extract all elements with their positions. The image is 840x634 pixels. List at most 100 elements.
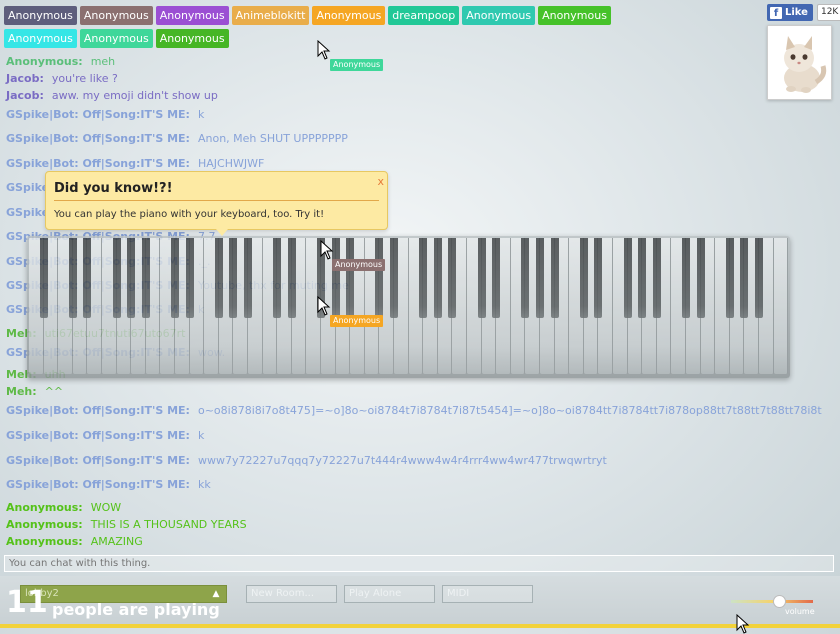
chat-message: Anonymous: AMAZING (6, 535, 143, 548)
chat-message: ǤSpike|Bot: Off|Song:IT'S ME: Anon, Meh S… (6, 132, 348, 145)
piano-keyboard[interactable] (27, 236, 790, 378)
black-key[interactable] (696, 238, 705, 318)
volume-slider-knob[interactable] (772, 595, 786, 608)
chat-message-text: meh (90, 55, 116, 68)
black-key[interactable] (83, 238, 92, 318)
chat-input[interactable] (4, 555, 834, 572)
black-key[interactable] (185, 238, 194, 318)
black-key[interactable] (433, 238, 442, 318)
black-key[interactable] (550, 238, 559, 318)
user-tag[interactable]: Anonymous (4, 6, 77, 25)
chat-message: ǤSpike|Bot: Off|Song:IT'S ME: kk (6, 478, 211, 491)
chat-message-text: Anon, Meh SHUT UPPPPPPP (197, 132, 348, 145)
people-count: 11 (6, 585, 48, 620)
kitten-avatar[interactable] (767, 25, 832, 100)
facebook-like-label: Like (785, 7, 808, 18)
cursor-icon (317, 40, 331, 60)
volume-slider[interactable] (731, 595, 813, 608)
black-key[interactable] (287, 238, 296, 318)
user-list: Anonymous Anonymous Anonymous Animeblokitt A… (4, 5, 624, 51)
chat-message-text: HAJCHWJWF (197, 157, 265, 170)
user-tag[interactable]: Anonymous (462, 6, 536, 25)
tooltip-arrow (216, 229, 228, 236)
tooltip-close-button[interactable]: x (377, 175, 384, 188)
black-key[interactable] (229, 238, 238, 318)
facebook-like-widget: f Like 12K (767, 4, 840, 21)
chat-message-author: ǤSpike|Bot: Off|Song:IT'S ME: (6, 404, 190, 417)
black-key[interactable] (492, 238, 501, 318)
black-key[interactable] (171, 238, 179, 318)
user-tag[interactable]: Anonymous (79, 6, 153, 25)
chat-message-text: kk (197, 478, 211, 491)
cursor-icon (317, 296, 331, 316)
user-tag[interactable]: Anonymous (538, 6, 611, 25)
black-key[interactable] (448, 238, 457, 318)
chat-message-author: Meh: (6, 385, 37, 398)
chat-message-author: ǤSpike|Bot: Off|Song:IT'S ME: (6, 108, 190, 121)
chat-message: ǤSpike|Bot: Off|Song:IT'S ME: www7y72227u… (6, 454, 607, 467)
chat-message: Anonymous: meh (6, 55, 115, 68)
user-tag[interactable]: Anonymous (155, 6, 229, 25)
bottom-accent-bar (0, 624, 840, 628)
black-key[interactable] (214, 238, 223, 318)
tooltip-divider (54, 200, 379, 201)
black-key[interactable] (623, 238, 632, 318)
chat-message: ǤSpike|Bot: Off|Song:IT'S ME: o~o8i878i8i… (6, 404, 822, 417)
did-you-know-tooltip: Did you know!?! x You can play the piano… (45, 171, 388, 236)
black-key[interactable] (682, 238, 690, 318)
black-key[interactable] (638, 238, 647, 318)
black-key[interactable] (594, 238, 603, 318)
chat-message: Jacob: aww. my emoji didn't show up (6, 89, 218, 102)
tooltip-text: You can play the piano with your keyboar… (54, 209, 325, 220)
black-key[interactable] (390, 238, 398, 318)
black-key[interactable] (346, 238, 355, 318)
black-key[interactable] (68, 238, 77, 318)
midi-button[interactable]: MIDI (442, 585, 533, 603)
black-key[interactable] (273, 238, 282, 318)
facebook-icon: f (770, 6, 782, 19)
chat-message: Jacob: you're like ? (6, 72, 118, 85)
tooltip-title: Did you know!?! (54, 181, 173, 196)
people-count-label: people are playing (52, 600, 220, 619)
chat-message-author: ǤSpike|Bot: Off|Song:IT'S ME: (6, 478, 190, 491)
chat-message-author: Anonymous: (6, 518, 83, 531)
chat-message-author: Anonymous: (6, 55, 83, 68)
chat-message: Anonymous: THIS IS A THOUSAND YEARS (6, 518, 247, 531)
black-key[interactable] (740, 238, 749, 318)
black-key[interactable] (112, 238, 121, 318)
local-cursor-icon (736, 614, 750, 634)
cursor-icon (320, 240, 334, 260)
user-tag[interactable]: Anonymous (79, 29, 153, 48)
user-tag[interactable]: Animeblokitt (231, 6, 310, 25)
black-key[interactable] (244, 238, 252, 318)
user-tag[interactable]: Anonymous (155, 29, 229, 48)
chat-message-text: k (197, 108, 205, 121)
chat-message: ǤSpike|Bot: Off|Song:IT'S ME: k (6, 108, 204, 121)
chat-message-text: k (197, 429, 205, 442)
black-key[interactable] (375, 238, 384, 318)
black-key[interactable] (725, 238, 734, 318)
play-alone-button[interactable]: Play Alone (344, 585, 435, 603)
user-tag[interactable]: Anonymous (4, 29, 77, 48)
new-room-button[interactable]: New Room... (246, 585, 337, 603)
cursor-label: Anonymous (332, 259, 386, 271)
black-key[interactable] (39, 238, 48, 318)
chat-message-author: Anonymous: (6, 501, 83, 514)
black-key[interactable] (536, 238, 544, 318)
black-key[interactable] (141, 238, 150, 318)
black-key[interactable] (477, 238, 486, 318)
black-key[interactable] (419, 238, 428, 318)
black-key[interactable] (127, 238, 136, 318)
white-key[interactable] (773, 238, 789, 374)
black-key[interactable] (521, 238, 530, 318)
chat-message-author: ǤSpike|Bot: Off|Song:IT'S ME: (6, 429, 190, 442)
black-key[interactable] (652, 238, 661, 318)
cursor-label: Anonymous (330, 59, 384, 71)
user-tag[interactable]: Anonymous (312, 6, 386, 25)
facebook-like-button[interactable]: f Like (767, 4, 813, 21)
user-tag[interactable]: dreampoop (388, 6, 460, 25)
black-key[interactable] (579, 238, 588, 318)
chat-message-author: Jacob: (6, 72, 44, 85)
black-key[interactable] (755, 238, 763, 318)
chat-message-text: you're like ? (51, 72, 118, 85)
